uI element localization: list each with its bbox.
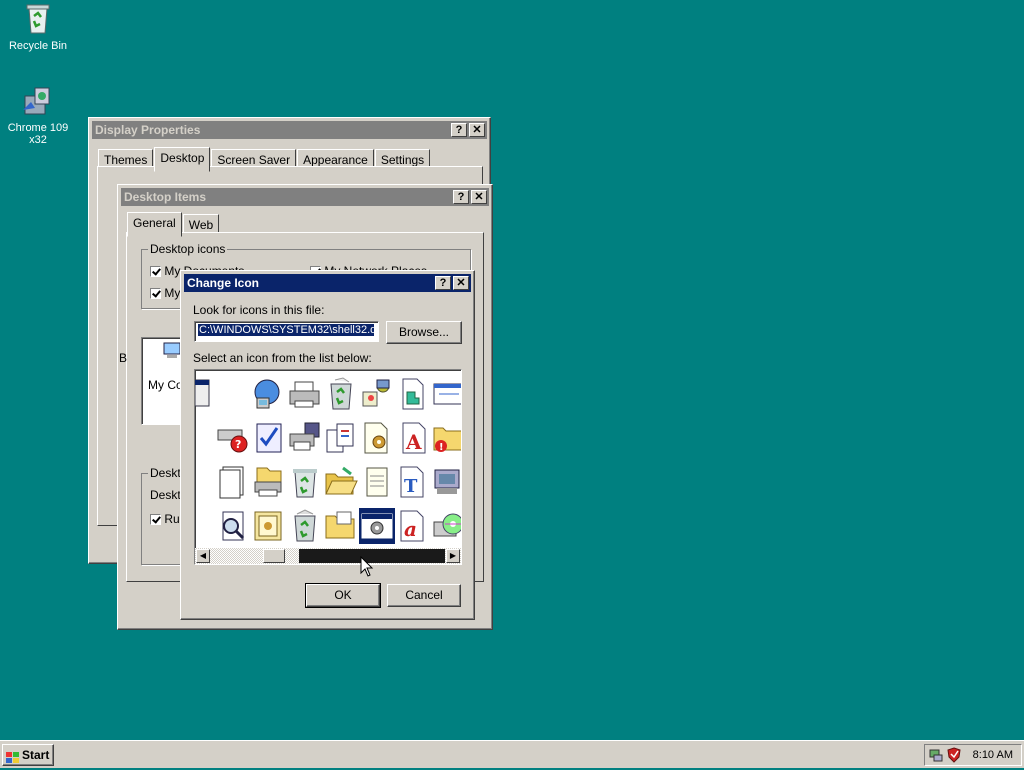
- change-icon-dialog: Change Icon ? ✕ Look for icons in this f…: [180, 270, 475, 620]
- close-button[interactable]: ✕: [471, 190, 487, 204]
- help-button[interactable]: ?: [435, 276, 451, 290]
- svg-text:!: !: [439, 442, 444, 453]
- tab-desktop[interactable]: Desktop: [154, 147, 211, 172]
- print-floppy-icon[interactable]: [287, 420, 323, 456]
- window-icon[interactable]: [195, 376, 225, 412]
- computer-network-icon[interactable]: [431, 464, 461, 500]
- window-title: Change Icon: [187, 276, 260, 290]
- help-drive-icon[interactable]: ?: [215, 420, 251, 456]
- close-button[interactable]: ✕: [469, 123, 485, 137]
- scroll-left-button[interactable]: ◀: [196, 549, 210, 563]
- checkbox-my-computer[interactable]: My: [150, 286, 180, 300]
- checkbox-checked[interactable]: [150, 514, 161, 526]
- selected-settings-window-icon[interactable]: [359, 508, 395, 544]
- security-shield-icon[interactable]: [947, 747, 961, 766]
- select-icon-label: Select an icon from the list below:: [193, 351, 372, 365]
- window-list-icon[interactable]: [431, 376, 461, 412]
- open-folder-icon[interactable]: [323, 464, 359, 500]
- checkbox-label: Ru: [164, 512, 180, 526]
- change-icon-titlebar[interactable]: Change Icon ? ✕: [184, 274, 471, 292]
- group-label: Desktop icons: [148, 242, 228, 256]
- scroll-right-button[interactable]: ▶: [446, 549, 460, 563]
- help-button[interactable]: ?: [453, 190, 469, 204]
- network-tray-icon[interactable]: [929, 748, 943, 765]
- svg-text:a: a: [404, 517, 417, 541]
- start-button[interactable]: Start: [2, 744, 54, 766]
- blank-document-icon[interactable]: [215, 464, 251, 500]
- recycle-bin-full-2-icon[interactable]: [287, 508, 323, 544]
- checkbox-checked[interactable]: [150, 266, 161, 278]
- recycle-bin-full-icon[interactable]: [323, 376, 359, 412]
- copy-documents-icon[interactable]: [323, 420, 359, 456]
- desktop-icon-recycle-bin[interactable]: Recycle Bin: [0, 2, 76, 52]
- side-label: B: [119, 351, 128, 365]
- clock[interactable]: 8:10 AM: [973, 749, 1013, 761]
- recycle-bin-icon: [21, 2, 55, 36]
- network-globe-icon[interactable]: [251, 376, 287, 412]
- font-a-icon[interactable]: a: [395, 508, 431, 544]
- display-properties-titlebar[interactable]: Display Properties ? ✕: [92, 121, 487, 139]
- network-settings-icon[interactable]: [359, 376, 395, 412]
- svg-text:T: T: [404, 476, 418, 497]
- cancel-button[interactable]: Cancel: [387, 584, 461, 607]
- preview-item-label: My Co: [148, 378, 183, 392]
- desktop-icon-label-line1: Chrome 109: [7, 122, 69, 134]
- system-tray: 8:10 AM: [924, 744, 1022, 766]
- recycle-bin-icon[interactable]: [287, 464, 323, 500]
- svg-text:A: A: [405, 430, 422, 454]
- notepad-icon[interactable]: [359, 464, 395, 500]
- desktop-icon-label: Recycle Bin: [8, 40, 68, 52]
- start-label: Start: [22, 748, 50, 762]
- look-for-label: Look for icons in this file:: [193, 303, 325, 317]
- taskbar: Start 8:10 AM: [0, 740, 1024, 768]
- cd-drive-icon[interactable]: [431, 508, 461, 544]
- help-button[interactable]: ?: [451, 123, 467, 137]
- svg-text:?: ?: [235, 438, 241, 451]
- font-icon[interactable]: A: [395, 420, 431, 456]
- checkbox-label: My: [164, 286, 181, 300]
- close-button[interactable]: ✕: [453, 276, 469, 290]
- window-title: Desktop Items: [124, 190, 207, 204]
- checkbox-run-cleanup[interactable]: Ru: [150, 512, 180, 526]
- computer-icon: [162, 342, 182, 363]
- icon-list-scrollbar[interactable]: ◀ ▶: [195, 548, 461, 564]
- window-title: Display Properties: [95, 123, 201, 137]
- desktop-icon-chrome-installer[interactable]: Chrome 109 x32: [0, 84, 76, 146]
- windows-logo-icon: [6, 750, 20, 763]
- settings-card-icon[interactable]: [251, 508, 287, 544]
- search-document-icon[interactable]: [215, 508, 251, 544]
- icon-list[interactable]: ? A ! T a ◀ ▶: [194, 369, 462, 565]
- folder-icon[interactable]: [323, 508, 359, 544]
- document-settings-icon[interactable]: [359, 420, 395, 456]
- mouse-cursor: [360, 555, 374, 581]
- desktop-items-titlebar[interactable]: Desktop Items ? ✕: [121, 188, 489, 206]
- browse-button[interactable]: Browse...: [386, 321, 462, 344]
- installer-icon: [21, 84, 55, 118]
- checklist-icon[interactable]: [251, 420, 287, 456]
- tab-general[interactable]: General: [127, 212, 182, 237]
- ok-button[interactable]: OK: [305, 583, 381, 608]
- icon-grid: ? A ! T a: [195, 370, 461, 548]
- desktop-icon-label-line2: x32: [29, 134, 47, 146]
- network-printer-icon[interactable]: [251, 464, 287, 500]
- truetype-font-icon[interactable]: T: [395, 464, 431, 500]
- file-path-value: C:\WINDOWS\SYSTEM32\shell32.dll: [198, 324, 374, 336]
- file-path-input[interactable]: C:\WINDOWS\SYSTEM32\shell32.dll: [194, 321, 379, 342]
- checkbox-checked[interactable]: [150, 288, 161, 300]
- printer-icon[interactable]: [287, 376, 323, 412]
- folder-warning-icon[interactable]: !: [431, 420, 461, 456]
- document-puzzle-icon[interactable]: [395, 376, 431, 412]
- scroll-thumb[interactable]: [263, 549, 285, 563]
